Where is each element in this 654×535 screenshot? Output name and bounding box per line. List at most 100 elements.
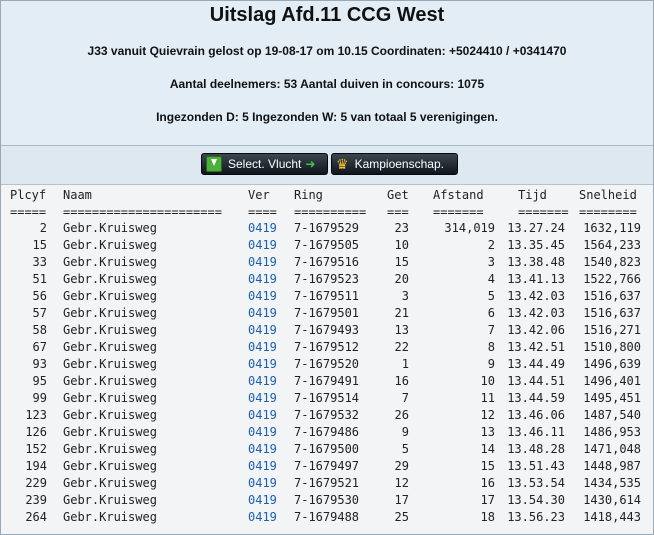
cell-plcyf: 2 <box>39 221 47 235</box>
cell-tijd: 13.51.43 <box>507 459 565 473</box>
cell-plcyf: 194 <box>25 459 47 473</box>
select-flight-button[interactable]: Select. Vlucht ➜ <box>201 153 328 175</box>
col-header-afstand: Afstand <box>433 188 484 202</box>
cell-afstand: 13 <box>480 425 495 439</box>
cell-snelheid: 1434,535 <box>583 476 641 490</box>
separator: ======== <box>579 205 637 219</box>
cell-ver-link[interactable]: 0419 <box>248 510 277 524</box>
cell-ring: 7-1679529 <box>294 221 360 235</box>
cell-afstand: 11 <box>480 391 495 405</box>
cell-plcyf: 51 <box>32 272 47 286</box>
cell-afstand: 17 <box>480 493 495 507</box>
championship-button[interactable]: ♛ Kampioenschap. <box>331 153 458 175</box>
cell-ver-link[interactable]: 0419 <box>248 272 277 286</box>
cell-plcyf: 229 <box>25 476 47 490</box>
cell-ver-link[interactable]: 0419 <box>248 323 277 337</box>
cell-afstand: 314,019 <box>444 221 495 235</box>
cell-get: 20 <box>394 272 409 286</box>
cell-plcyf: 239 <box>25 493 47 507</box>
table-separator-row: ===== ====================== ==== ======… <box>1 204 653 221</box>
cell-ring: 7-1679486 <box>294 425 360 439</box>
cell-naam: Gebr.Kruisweg <box>63 238 157 252</box>
cell-snelheid: 1516,637 <box>583 306 641 320</box>
cell-afstand: 12 <box>480 408 495 422</box>
cell-ver-link[interactable]: 0419 <box>248 255 277 269</box>
cell-ver-link[interactable]: 0419 <box>248 442 277 456</box>
cell-ver-link[interactable]: 0419 <box>248 238 277 252</box>
cell-tijd: 13.56.23 <box>507 510 565 524</box>
cell-tijd: 13.41.13 <box>507 272 565 286</box>
entries-info: Ingezonden D: 5 Ingezonden W: 5 van tota… <box>156 110 498 124</box>
cell-snelheid: 1564,233 <box>583 238 641 252</box>
cell-ver-link[interactable]: 0419 <box>248 357 277 371</box>
cell-afstand: 15 <box>480 459 495 473</box>
table-row: 194 Gebr.Kruisweg 0419 7-1679497 29 15 13.51.4… <box>1 459 653 476</box>
table-row: 56 Gebr.Kruisweg 0419 7-1679511 3 5 13.42.03 15… <box>1 289 653 306</box>
cell-ver-link[interactable]: 0419 <box>248 306 277 320</box>
cell-ver-link[interactable]: 0419 <box>248 476 277 490</box>
cell-ring: 7-1679530 <box>294 493 360 507</box>
cell-get: 21 <box>394 306 409 320</box>
col-header-ring: Ring <box>294 188 323 202</box>
cell-ver-link[interactable]: 0419 <box>248 459 277 473</box>
cell-tijd: 13.38.48 <box>507 255 565 269</box>
cell-get: 7 <box>401 391 409 405</box>
col-header-ver: Ver <box>248 188 270 202</box>
cell-get: 1 <box>401 357 409 371</box>
table-header-row: Plcyf Naam Ver Ring Get Afstand Tijd Sne… <box>1 187 653 204</box>
cell-ver-link[interactable]: 0419 <box>248 391 277 405</box>
cell-ring: 7-1679520 <box>294 357 360 371</box>
separator: ===== <box>10 205 47 219</box>
cell-afstand: 7 <box>487 323 495 337</box>
cell-naam: Gebr.Kruisweg <box>63 289 157 303</box>
cell-ver-link[interactable]: 0419 <box>248 289 277 303</box>
cell-ver-link[interactable]: 0419 <box>248 374 277 388</box>
download-icon <box>206 156 222 172</box>
cell-get: 17 <box>394 493 409 507</box>
table-row: 239 Gebr.Kruisweg 0419 7-1679530 17 17 13.54.3… <box>1 493 653 510</box>
cell-get: 25 <box>394 510 409 524</box>
cell-ver-link[interactable]: 0419 <box>248 408 277 422</box>
cell-tijd: 13.42.03 <box>507 289 565 303</box>
cell-get: 13 <box>394 323 409 337</box>
crown-icon: ♛ <box>336 155 349 172</box>
cell-naam: Gebr.Kruisweg <box>63 476 157 490</box>
cell-plcyf: 264 <box>25 510 47 524</box>
table-row: 33 Gebr.Kruisweg 0419 7-1679516 15 3 13.38.48 1… <box>1 255 653 272</box>
cell-plcyf: 152 <box>25 442 47 456</box>
cell-naam: Gebr.Kruisweg <box>63 425 157 439</box>
cell-ring: 7-1679521 <box>294 476 360 490</box>
cell-get: 9 <box>401 425 409 439</box>
table-row: 229 Gebr.Kruisweg 0419 7-1679521 12 16 13.53.5… <box>1 476 653 493</box>
cell-tijd: 13.48.28 <box>507 442 565 456</box>
cell-naam: Gebr.Kruisweg <box>63 510 157 524</box>
cell-snelheid: 1516,637 <box>583 289 641 303</box>
cell-ver-link[interactable]: 0419 <box>248 221 277 235</box>
cell-ver-link[interactable]: 0419 <box>248 425 277 439</box>
cell-ring: 7-1679516 <box>294 255 360 269</box>
separator: ========== <box>294 205 367 219</box>
cell-ring: 7-1679500 <box>294 442 360 456</box>
cell-plcyf: 56 <box>32 289 47 303</box>
table-row: 58 Gebr.Kruisweg 0419 7-1679493 13 7 13.42.06 1… <box>1 323 653 340</box>
page-title: Uitslag Afd.11 CCG West <box>209 4 445 26</box>
cell-plcyf: 57 <box>32 306 47 320</box>
cell-naam: Gebr.Kruisweg <box>63 323 157 337</box>
cell-snelheid: 1496,639 <box>583 357 641 371</box>
table-row: 93 Gebr.Kruisweg 0419 7-1679520 1 9 13.44.49 14… <box>1 357 653 374</box>
cell-snelheid: 1522,766 <box>583 272 641 286</box>
separator: ======= <box>433 205 484 219</box>
participants-info: Aantal deelnemers: 53 Aantal duiven in c… <box>169 77 485 91</box>
cell-snelheid: 1486,953 <box>583 425 641 439</box>
cell-ring: 7-1679512 <box>294 340 360 354</box>
cell-get: 29 <box>394 459 409 473</box>
cell-get: 3 <box>401 289 409 303</box>
col-header-get: Get <box>387 188 409 202</box>
cell-naam: Gebr.Kruisweg <box>63 272 157 286</box>
cell-snelheid: 1516,271 <box>583 323 641 337</box>
cell-plcyf: 15 <box>32 238 47 252</box>
table-row: 51 Gebr.Kruisweg 0419 7-1679523 20 4 13.41.13 1… <box>1 272 653 289</box>
cell-tijd: 13.44.59 <box>507 391 565 405</box>
cell-ver-link[interactable]: 0419 <box>248 493 277 507</box>
cell-ver-link[interactable]: 0419 <box>248 340 277 354</box>
